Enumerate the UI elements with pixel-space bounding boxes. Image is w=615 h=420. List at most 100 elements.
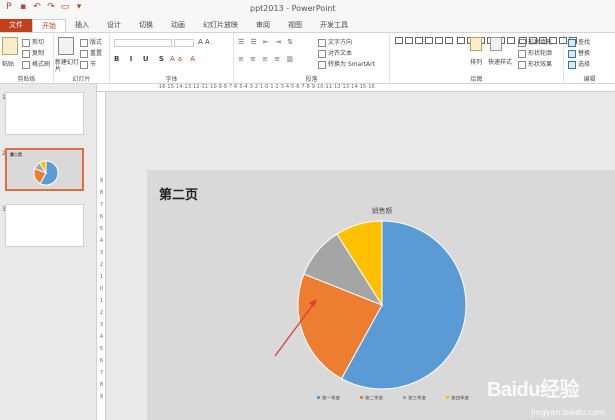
ribbon-tabs: 文件 开始 插入 设计 切换 动画 幻灯片放映 审阅 视图 开发工具 (0, 18, 615, 32)
reset-label: 重置 (90, 50, 103, 57)
copy-label: 复制 (32, 50, 45, 57)
tab-9[interactable]: 开发工具 (311, 19, 357, 32)
vruler-tick: 8 (99, 382, 104, 388)
cut-button[interactable]: 剪切 (22, 37, 44, 47)
fill-icon (518, 38, 526, 47)
font-format-buttons[interactable]: B I U S (114, 55, 168, 63)
legend-swatch-3 (446, 396, 449, 399)
select-label: 选择 (578, 61, 591, 68)
paste-icon (2, 37, 18, 55)
vruler-tick: 6 (99, 358, 104, 364)
paragraph-group-label: 段落 (305, 76, 318, 83)
font-name-combo[interactable] (114, 39, 172, 47)
paste-button[interactable] (2, 37, 20, 55)
drawing-group: 排列 快速样式 形状填充 形状轮廓 形状效果 绘图 (390, 33, 577, 84)
shapes-gallery[interactable] (394, 36, 577, 45)
chart-title: 销售额 (372, 206, 393, 215)
redo-icon[interactable]: ↷ (46, 2, 56, 12)
select-button[interactable]: 选择 (568, 59, 590, 69)
arrange-button[interactable] (470, 37, 484, 51)
vruler-tick: 7 (99, 370, 104, 376)
replace-button[interactable]: 替换 (568, 48, 590, 58)
list-icons[interactable]: ☰ ☰ ⇤ ⇥ ⇅ (238, 38, 295, 46)
paragraph-group: ☰ ☰ ⇤ ⇥ ⇅ ≡ ≡ ≡ ≡ ▥ 文字方向 对齐文本 转换为 SmartA… (234, 33, 390, 84)
section-button[interactable]: 节 (80, 59, 96, 69)
slide-thumbnail[interactable]: 第二页 (5, 148, 84, 191)
tab-7[interactable]: 审阅 (247, 19, 279, 32)
legend-label-2: 第三季度 (408, 395, 426, 402)
text-direction-button[interactable]: 文字方向 (318, 37, 352, 47)
vertical-ruler: 9 8 7 6 5 4 3 2 1 0 1 2 3 4 5 6 7 8 9 (97, 92, 106, 420)
vruler-tick: 2 (99, 262, 104, 268)
tab-6[interactable]: 幻灯片放映 (194, 19, 247, 32)
quick-styles-icon (490, 37, 502, 51)
vruler-tick: 9 (99, 178, 104, 184)
find-button[interactable]: 查找 (568, 37, 590, 47)
layout-button[interactable]: 版式 (80, 37, 102, 47)
font-color-icon[interactable]: Aa A (170, 55, 198, 63)
quick-styles-button[interactable] (490, 37, 504, 51)
font-size-combo[interactable] (174, 39, 194, 47)
smartart-icon (318, 60, 326, 69)
vruler-tick: 7 (99, 202, 104, 208)
find-icon (568, 38, 576, 47)
tab-8[interactable]: 视图 (279, 19, 311, 32)
shape-fill-label: 形状填充 (528, 39, 553, 46)
shape-effects-label: 形状效果 (528, 61, 553, 68)
slides-group-label: 幻灯片 (72, 76, 91, 83)
title-bar: P ▪ ↶ ↷ ▭ ▾ ppt2013 - PowerPoint (0, 0, 615, 18)
replace-icon (568, 49, 576, 58)
save-icon[interactable]: ▪ (18, 2, 28, 12)
shape-outline-button[interactable]: 形状轮廓 (518, 48, 552, 58)
watermark-brand: Baidu经验 (486, 379, 580, 401)
copy-button[interactable]: 复制 (22, 48, 44, 58)
align-text-icon (318, 49, 326, 58)
section-icon (80, 60, 88, 69)
tab-5[interactable]: 动画 (162, 19, 194, 32)
vruler-tick: 2 (99, 310, 104, 316)
thumbnail-title: 第二页 (10, 152, 22, 157)
tab-1[interactable]: 开始 (32, 19, 66, 32)
new-slide-button[interactable] (58, 37, 76, 55)
editing-group: 查找 替换 选择 编辑 (564, 33, 615, 84)
font-group: A A B I U S Aa A 字体 (110, 33, 234, 84)
quick-access-toolbar: P ▪ ↶ ↷ ▭ ▾ (4, 2, 84, 12)
brush-icon (22, 60, 30, 69)
vruler-tick: 3 (99, 322, 104, 328)
align-text-button[interactable]: 对齐文本 (318, 48, 352, 58)
convert-smartart-label: 转换为 SmartArt (328, 61, 375, 68)
shape-fill-button[interactable]: 形状填充 (518, 37, 552, 47)
app-icon[interactable]: P (4, 2, 14, 12)
vruler-tick: 5 (99, 346, 104, 352)
slide-thumbnail[interactable] (5, 204, 84, 247)
undo-icon[interactable]: ↶ (32, 2, 42, 12)
reset-button[interactable]: 重置 (80, 48, 102, 58)
slideshow-icon[interactable]: ▭ (60, 2, 70, 12)
new-slide-icon (58, 37, 74, 55)
scissors-icon (22, 38, 30, 47)
legend-label-3: 第四季度 (451, 395, 469, 402)
arrange-icon (470, 37, 482, 51)
paste-label: 粘贴 (2, 61, 15, 68)
tab-2[interactable]: 插入 (66, 19, 98, 32)
arrange-label: 排列 (470, 59, 483, 66)
slide-canvas[interactable]: 第二页 销售额 第一季度 第二季度 第三季度 第四季度 Baidu经验 jingyan.… (106, 92, 615, 420)
tab-3[interactable]: 设计 (98, 19, 130, 32)
legend-swatch-0 (317, 396, 320, 399)
shape-effects-button[interactable]: 形状效果 (518, 59, 552, 69)
layout-label: 版式 (90, 39, 103, 46)
font-grow-icon[interactable]: A A (198, 38, 210, 46)
format-painter-button[interactable]: 格式刷 (22, 59, 50, 69)
align-icons[interactable]: ≡ ≡ ≡ ≡ ▥ (238, 55, 295, 63)
vruler-tick: 3 (99, 250, 104, 256)
current-slide[interactable]: 第二页 销售额 第一季度 第二季度 第三季度 第四季度 Baidu经验 jingyan.… (147, 170, 615, 420)
effects-icon (518, 60, 526, 69)
tab-4[interactable]: 切换 (130, 19, 162, 32)
tab-0[interactable]: 文件 (0, 19, 32, 32)
legend-label-0: 第一季度 (322, 395, 340, 402)
convert-smartart-button[interactable]: 转换为 SmartArt (318, 59, 375, 69)
drawing-group-label: 绘图 (470, 76, 483, 83)
customize-icon[interactable]: ▾ (74, 2, 84, 12)
vruler-tick: 1 (99, 298, 104, 304)
slide-thumbnail[interactable] (5, 92, 84, 135)
